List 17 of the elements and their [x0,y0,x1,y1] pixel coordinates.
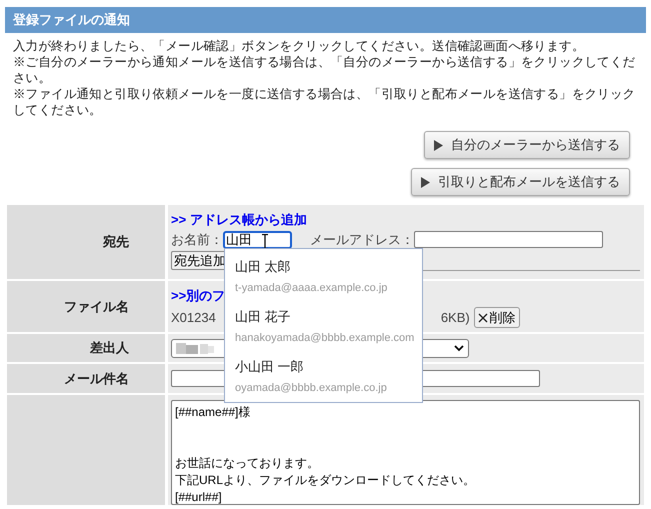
file-name: X01234 [171,308,216,327]
name-label: お名前： [171,231,223,249]
message-line: 下記URLより、ファイルをダウンロードしてください。 [175,472,476,489]
field-label: ファイル名 [64,298,129,316]
message-line: お世話になっております。 [175,455,320,472]
field-label: 差出人 [90,339,129,358]
email-label: メールアドレス： [310,231,414,249]
field-label: メール件名 [64,370,129,388]
section-title: 登録ファイルの通知 [13,11,130,30]
message-line: [##url##] [175,489,223,504]
name-input-value: 山田 [226,231,252,249]
instruction-text: ※ファイル通知と引取り依頼メールを一度に送信する場合は、「引取りと配布メールを送信する」をクリックしてください。 [13,86,636,118]
instruction-text: 入力が終わりましたら、「メール確認」ボタンをクリックしてください。送信確認画面へ移ります。 [13,38,586,54]
message-line: [##name##]様 [175,404,252,421]
field-label: 宛先 [103,233,129,252]
instruction-text: ※ご自分のメーラーから通知メールを送信する場合は、「自分のメーラーから送信する」をクリックしてください。 [13,54,636,86]
file-size: 6KB) [440,308,470,327]
